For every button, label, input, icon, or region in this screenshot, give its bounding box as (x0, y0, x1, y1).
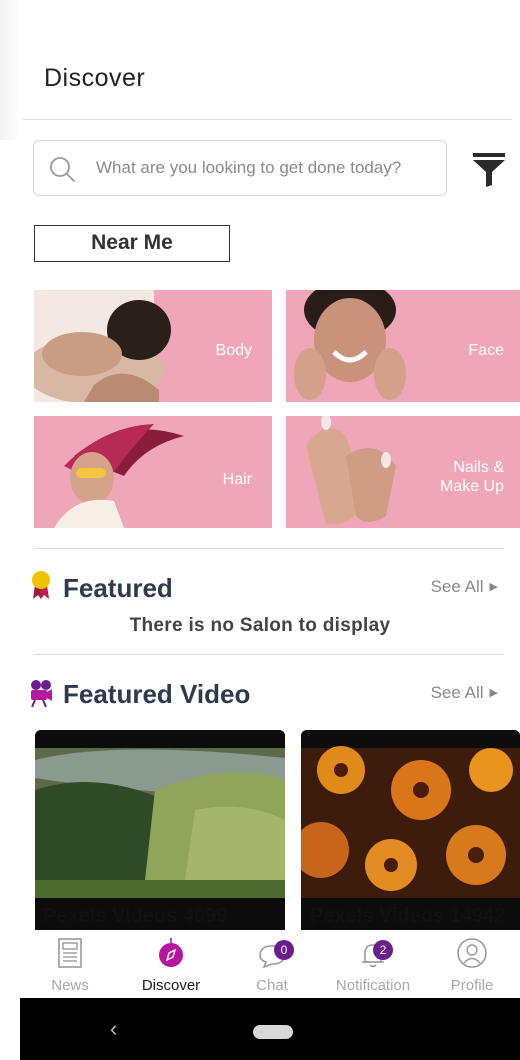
nav-label: Profile (450, 977, 494, 994)
category-label: Nails & Make Up (439, 459, 504, 495)
nav-item-profile[interactable]: Profile (424, 930, 520, 998)
system-nav-bar: ‹ (20, 998, 520, 1060)
newspaper-icon (58, 938, 82, 968)
category-tile-nails-makeup[interactable]: Nails & Make Up (286, 416, 520, 528)
featured-see-all-link[interactable]: See All ▶ (431, 577, 498, 597)
nav-item-notification[interactable]: 2 Notification (323, 930, 423, 998)
search-icon (50, 157, 75, 182)
near-me-button[interactable]: Near Me (34, 225, 230, 262)
category-tile-hair[interactable]: Hair (34, 416, 272, 528)
video-camera-icon (31, 680, 52, 707)
home-pill[interactable] (253, 1025, 293, 1039)
back-chevron-icon[interactable]: ‹ (110, 1016, 117, 1042)
arrow-right-icon: ▶ (489, 581, 498, 593)
nav-item-news[interactable]: News (20, 930, 120, 998)
nav-label: Chat (256, 977, 288, 994)
filter-icon[interactable] (472, 152, 506, 188)
section-divider (34, 548, 504, 549)
page-title: Discover (44, 64, 146, 92)
video-title: Pexels Videos 4099 (43, 905, 228, 927)
search-input[interactable] (96, 141, 436, 195)
search-box[interactable] (33, 140, 447, 196)
profile-icon (457, 938, 487, 968)
section-divider (34, 654, 504, 655)
featured-video-title: Featured Video (63, 679, 251, 709)
category-tile-body[interactable]: Body (34, 290, 272, 402)
chat-badge: 0 (274, 940, 294, 960)
video-title: Pexels Videos 14942 (310, 905, 506, 927)
category-tile-face[interactable]: Face (286, 290, 520, 402)
medal-icon (32, 571, 50, 599)
category-label: Hair (222, 471, 252, 488)
nav-label: Discover (141, 977, 201, 994)
video-thumbnail-flowers (301, 730, 520, 930)
nav-label: Notification (335, 977, 411, 994)
featured-video-see-all-link[interactable]: See All ▶ (431, 683, 498, 703)
header: Discover (0, 0, 520, 120)
category-label: Body (215, 342, 252, 359)
featured-empty-message: There is no Salon to display (129, 615, 391, 636)
notification-badge: 2 (373, 940, 393, 960)
nav-item-chat[interactable]: 0 Chat (222, 930, 322, 998)
compass-icon (159, 938, 183, 967)
see-all-label: See All (430, 577, 484, 596)
nav-item-discover[interactable]: Discover (121, 930, 221, 998)
bottom-nav: News Discover 0 Chat 2 Notification Prof… (0, 930, 520, 998)
video-card[interactable] (301, 730, 520, 930)
category-label: Face (468, 342, 504, 359)
nav-label: News (51, 977, 89, 994)
header-divider (22, 119, 512, 120)
arrow-right-icon: ▶ (489, 687, 498, 699)
video-card[interactable] (35, 730, 285, 930)
see-all-label: See All (430, 683, 484, 702)
featured-title: Featured (63, 573, 173, 603)
video-thumbnail-landscape (35, 730, 285, 930)
